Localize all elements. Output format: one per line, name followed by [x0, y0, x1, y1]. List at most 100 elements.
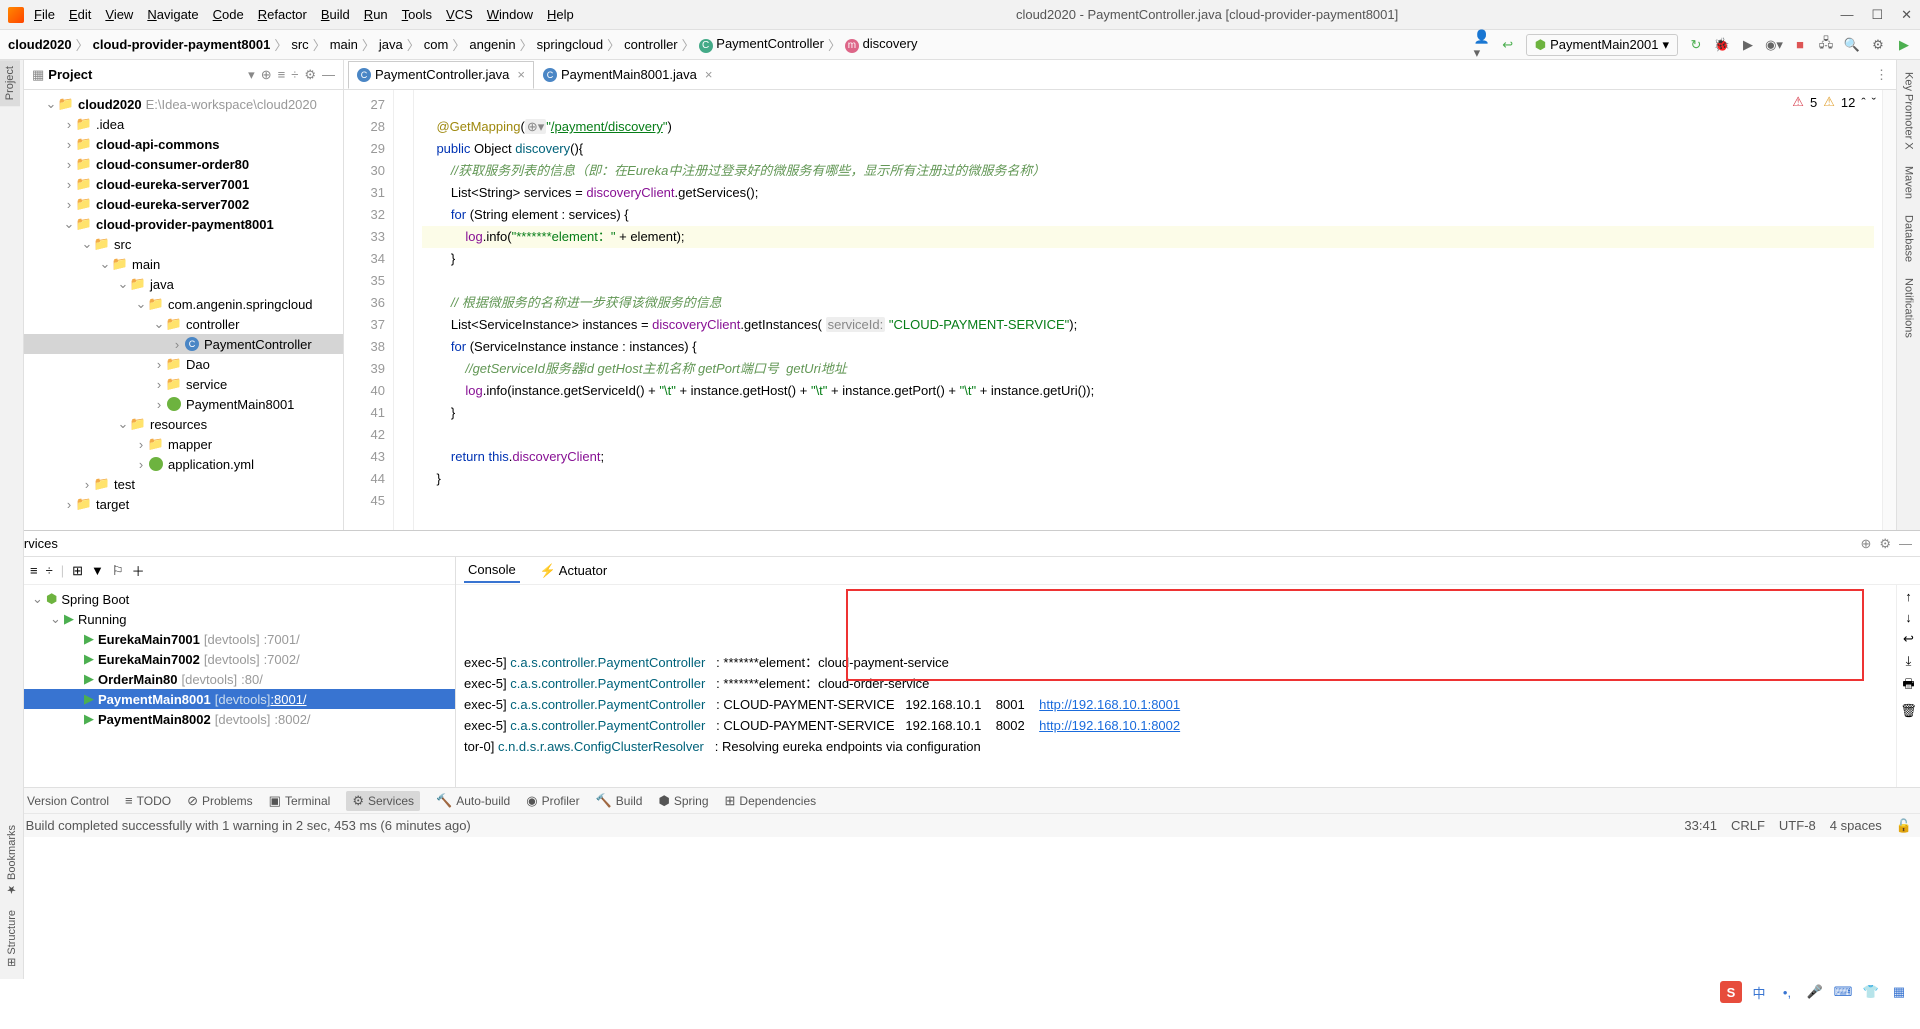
rerun-icon[interactable]: ↻ [1688, 37, 1704, 53]
tree-item[interactable]: ›📁Dao [24, 354, 343, 374]
svc-item[interactable]: ▶EurekaMain7001[devtools] :7001/ [24, 629, 455, 649]
console-output[interactable]: exec-5] c.a.s.controller.PaymentControll… [456, 585, 1896, 787]
tree-item[interactable]: ⌄📁cloud-provider-payment8001 [24, 214, 343, 234]
indent[interactable]: 4 spaces [1830, 818, 1882, 833]
expand-icon[interactable]: ≡ [278, 67, 286, 82]
tree-item[interactable]: ⌄📁controller [24, 314, 343, 334]
bottom-tab-profiler[interactable]: ◉Profiler [526, 793, 579, 809]
project-dropdown-icon[interactable]: ▾ [248, 67, 255, 83]
breadcrumb-item[interactable]: java [379, 37, 403, 52]
breadcrumb-item[interactable]: main [330, 37, 358, 52]
grid-icon[interactable]: ▦ [1888, 981, 1910, 1003]
tree-item[interactable]: ›📁service [24, 374, 343, 394]
run-icon[interactable]: ▶ [1896, 37, 1912, 53]
tree-item[interactable]: ›📁cloud-eureka-server7002 [24, 194, 343, 214]
mic-icon[interactable]: 🎤 [1804, 981, 1826, 1003]
filter-icon[interactable]: ▼ [91, 563, 104, 578]
console-tab-actuator[interactable]: ⚡ Actuator [536, 559, 612, 583]
services-list[interactable]: ⌄⬢Spring Boot⌄▶Running▶EurekaMain7001[de… [24, 585, 455, 787]
gear-icon[interactable]: ⚙ [1879, 536, 1891, 552]
trash-icon[interactable]: 🗑 [1900, 703, 1917, 719]
chevron-down-icon[interactable]: ˇ [1872, 95, 1876, 110]
breadcrumb-item[interactable]: controller [624, 37, 677, 52]
add-icon[interactable]: ⊕ [1860, 536, 1871, 552]
tag-icon[interactable]: ⚐ [112, 563, 124, 579]
close-tab-icon[interactable]: × [705, 67, 713, 82]
collapse-icon[interactable]: ÷ [291, 67, 298, 82]
code-area[interactable]: 27282930313233343536373839404142434445 @… [344, 90, 1896, 530]
debug-icon[interactable]: 🐞 [1714, 37, 1730, 53]
breadcrumb-item[interactable]: cloud2020 [8, 37, 72, 52]
settings-icon[interactable]: ⚙ [1870, 37, 1886, 53]
menu-help[interactable]: Help [547, 7, 574, 22]
breadcrumb-item[interactable]: com [424, 37, 449, 52]
print-icon[interactable]: 🖶 [1902, 675, 1914, 697]
breadcrumb-item[interactable]: C PaymentController [699, 36, 824, 53]
tree-item[interactable]: ⌄📁com.angenin.springcloud [24, 294, 343, 314]
ime-icon[interactable]: 中 [1748, 981, 1770, 1003]
tree-item[interactable]: ›application.yml [24, 454, 343, 474]
run-config-selector[interactable]: ⬢ PaymentMain2001 ▾ [1526, 34, 1678, 56]
svc-item[interactable]: ▶PaymentMain8002[devtools] :8002/ [24, 709, 455, 729]
bookmarks-tab[interactable]: ★ Bookmarks [5, 821, 18, 900]
punct-icon[interactable]: •, [1776, 981, 1798, 1003]
project-tree[interactable]: ⌄📁cloud2020E:\Idea-workspace\cloud2020›📁… [24, 90, 343, 530]
svc-running[interactable]: ⌄▶Running [24, 609, 455, 629]
svc-item[interactable]: ▶PaymentMain8001[devtools] :8001/ [24, 689, 455, 709]
bottom-tab-spring[interactable]: ⬢Spring [658, 793, 708, 809]
tree-item[interactable]: ›📁test [24, 474, 343, 494]
tool-icon[interactable]: 👕 [1860, 981, 1882, 1003]
tree-item[interactable]: ›📁mapper [24, 434, 343, 454]
line-separator[interactable]: CRLF [1731, 818, 1765, 833]
bottom-tab-terminal[interactable]: ▣Terminal [269, 793, 331, 809]
inspection-widget[interactable]: ⚠5 ⚠12 ˆ ˇ [1792, 94, 1876, 110]
down-icon[interactable]: ↓ [1905, 610, 1912, 625]
menu-edit[interactable]: Edit [69, 7, 91, 22]
console-tab-console[interactable]: Console [464, 558, 520, 583]
tree-item[interactable]: ⌄📁src [24, 234, 343, 254]
close-tab-icon[interactable]: × [517, 67, 525, 82]
bottom-tab-auto-build[interactable]: 🔨Auto-build [436, 793, 510, 809]
translate-icon[interactable]: 🖧 [1818, 37, 1834, 53]
bottom-tab-todo[interactable]: ≡TODO [125, 793, 171, 808]
tree-item[interactable]: ›📁cloud-eureka-server7001 [24, 174, 343, 194]
locate-icon[interactable]: ⊕ [261, 67, 272, 83]
breadcrumb-item[interactable]: angenin [469, 37, 515, 52]
menu-code[interactable]: Code [213, 7, 244, 22]
tree-item[interactable]: ⌄📁main [24, 254, 343, 274]
lock-icon[interactable]: 🔓 [1896, 818, 1912, 834]
menu-window[interactable]: Window [487, 7, 533, 22]
scroll-icon[interactable]: ⤓ [1906, 653, 1912, 669]
svc-item[interactable]: ▶EurekaMain7002[devtools] :7002/ [24, 649, 455, 669]
minimap[interactable] [1882, 90, 1896, 530]
editor-tab[interactable]: CPaymentController.java× [348, 61, 534, 89]
menu-run[interactable]: Run [364, 7, 388, 22]
menu-vcs[interactable]: VCS [446, 7, 473, 22]
right-tab-maven[interactable]: Maven [1903, 160, 1915, 205]
hide-icon[interactable]: — [1899, 536, 1912, 551]
encoding[interactable]: UTF-8 [1779, 818, 1816, 833]
tree-item[interactable]: ›CPaymentController [24, 334, 343, 354]
menu-view[interactable]: View [105, 7, 133, 22]
wrap-icon[interactable]: ↩ [1903, 631, 1914, 647]
minimize-icon[interactable]: — [1840, 7, 1853, 23]
gear-icon[interactable]: ⚙ [304, 67, 316, 83]
menu-file[interactable]: File [34, 7, 55, 22]
search-icon[interactable]: 🔍 [1844, 37, 1860, 53]
menu-build[interactable]: Build [321, 7, 350, 22]
keyboard-icon[interactable]: ⌨ [1832, 981, 1854, 1003]
svc-root[interactable]: ⌄⬢Spring Boot [24, 589, 455, 609]
up-icon[interactable]: ↑ [1905, 589, 1912, 604]
breadcrumb-item[interactable]: m discovery [845, 36, 918, 53]
right-tab-notifications[interactable]: Notifications [1903, 272, 1915, 344]
breadcrumb-item[interactable]: src [291, 37, 308, 52]
coverage-icon[interactable]: ▶ [1740, 37, 1756, 53]
right-tab-database[interactable]: Database [1903, 209, 1915, 268]
sogou-icon[interactable]: S [1720, 981, 1742, 1003]
bottom-tab-dependencies[interactable]: ⊞Dependencies [725, 793, 817, 809]
maximize-icon[interactable]: ☐ [1871, 7, 1883, 23]
editor-tab[interactable]: CPaymentMain8001.java× [534, 61, 721, 89]
tree-item[interactable]: ⌄📁java [24, 274, 343, 294]
tree-item[interactable]: ›PaymentMain8001 [24, 394, 343, 414]
bottom-tab-services[interactable]: ⚙Services [346, 791, 420, 811]
